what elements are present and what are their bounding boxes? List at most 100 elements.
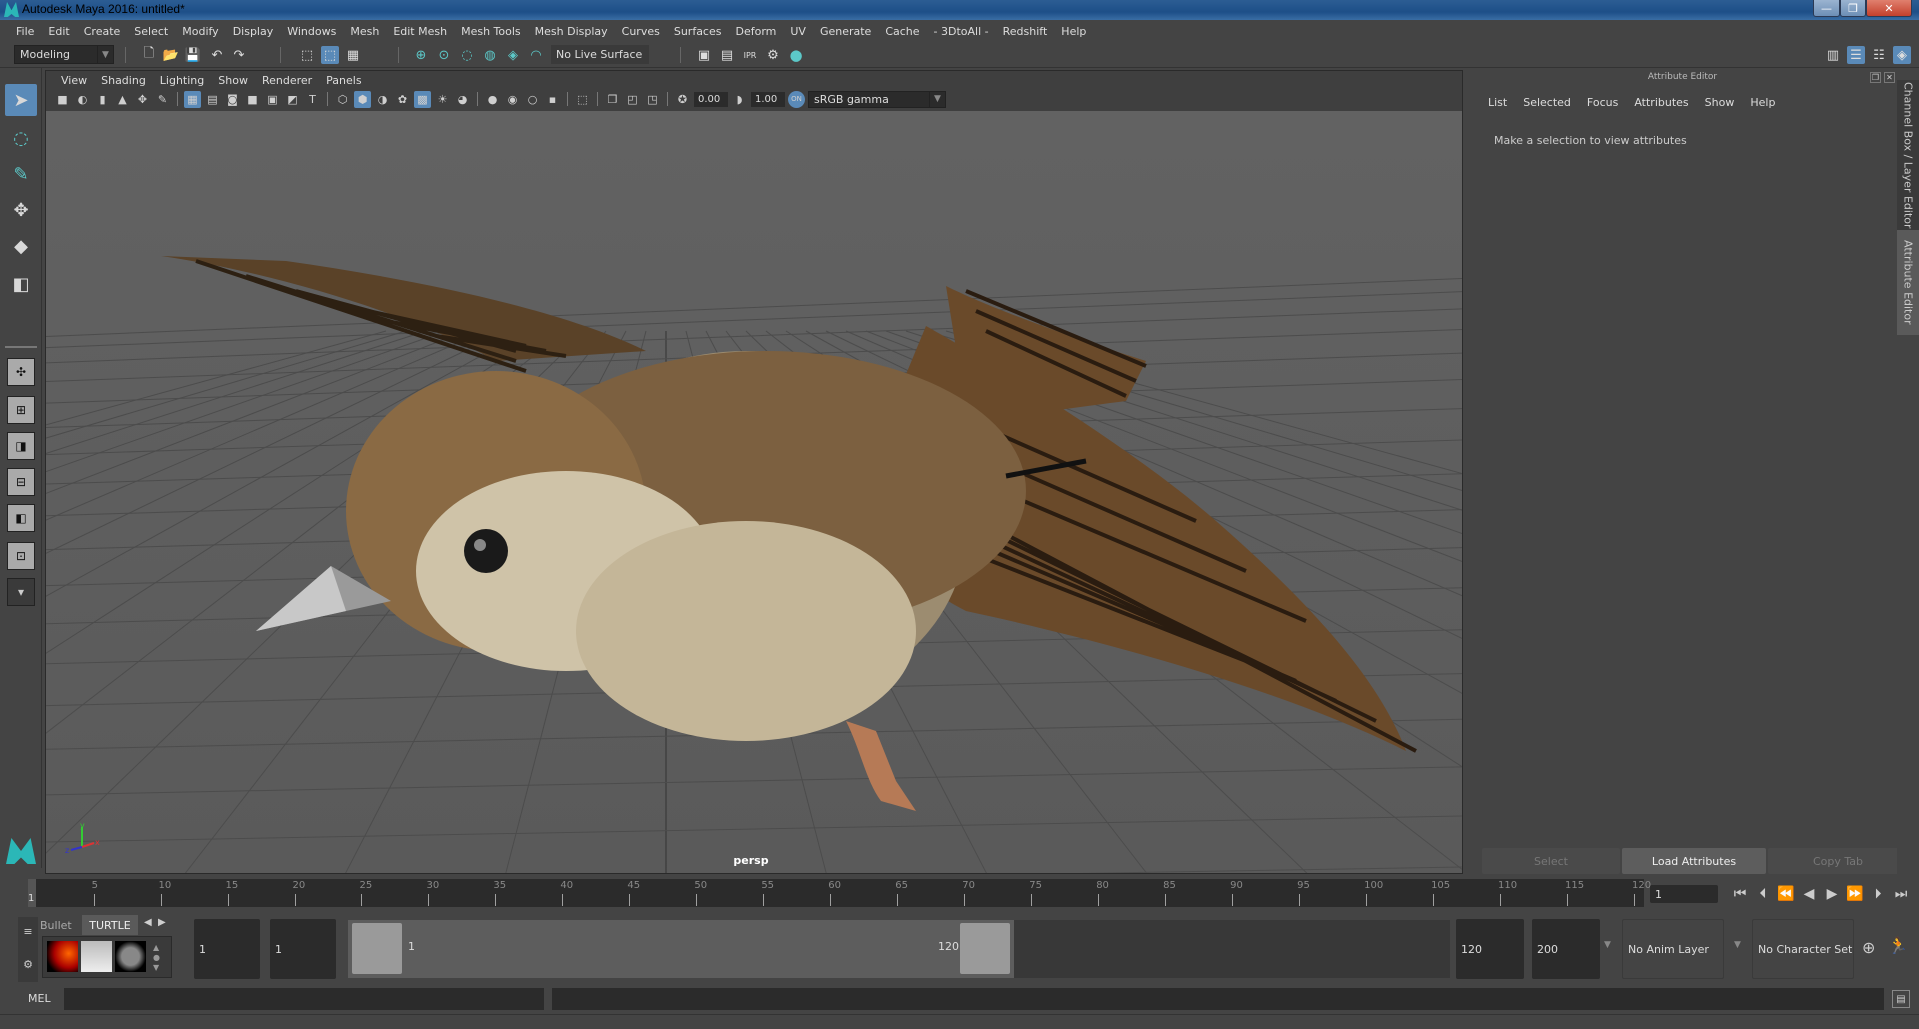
grid-toggle-icon[interactable]: ▦ (184, 90, 201, 108)
backface-culling-icon[interactable]: ◳ (644, 91, 661, 108)
wireframe-icon[interactable]: ⬡ (334, 91, 351, 108)
viewport-menu-panels[interactable]: Panels (319, 74, 368, 87)
character-set-dropdown-icon[interactable]: ▼ (1734, 940, 1741, 950)
new-scene-icon[interactable]: 🗋 (140, 46, 158, 64)
menu-surfaces[interactable]: Surfaces (667, 25, 729, 38)
color-management-toggle-icon[interactable]: ON (788, 90, 805, 108)
go-to-start-icon[interactable]: ⏮ (1730, 884, 1750, 904)
open-scene-icon[interactable]: 📂 (162, 46, 180, 64)
menu-mesh-tools[interactable]: Mesh Tools (454, 25, 528, 38)
menu-3dtoall[interactable]: - 3DtoAll - (927, 25, 996, 38)
attribute-editor-toggle-icon[interactable]: ☰ (1847, 46, 1865, 64)
snap-grid-icon[interactable]: ⊕ (412, 46, 430, 64)
four-view-layout-icon[interactable]: ⊞ (7, 396, 35, 424)
resolution-gate-icon[interactable]: ◙ (224, 91, 241, 108)
shelf-settings-icon[interactable]: ⚙ (18, 958, 38, 971)
playback-start-field[interactable]: 1 (270, 919, 336, 979)
menu-create[interactable]: Create (77, 25, 128, 38)
image-plane-icon[interactable]: ▲ (114, 91, 131, 108)
restore-button[interactable]: ❐ (1840, 0, 1866, 17)
shelf-tab-scroll-left-icon[interactable]: ◀ (144, 917, 152, 928)
render-current-icon[interactable]: ▤ (718, 46, 736, 64)
field-chart-icon[interactable]: ▣ (264, 91, 281, 108)
smooth-shade-icon[interactable]: ⬢ (354, 90, 371, 108)
menu-file[interactable]: File (9, 25, 41, 38)
menu-redshift[interactable]: Redshift (996, 25, 1055, 38)
attr-menu-list[interactable]: List (1480, 96, 1515, 109)
depth-of-field-icon[interactable]: ○ (524, 91, 541, 108)
menu-uv[interactable]: UV (783, 25, 813, 38)
film-gate-icon[interactable]: ▤ (204, 91, 221, 108)
menu-cache[interactable]: Cache (878, 25, 926, 38)
menu-windows[interactable]: Windows (280, 25, 343, 38)
range-slider-bar[interactable] (348, 920, 1014, 978)
save-scene-icon[interactable]: 💾 (184, 46, 202, 64)
attr-menu-show[interactable]: Show (1697, 96, 1743, 109)
gamma-field[interactable]: 1.00 (751, 91, 785, 107)
paint-select-tool-icon[interactable]: ✎ (5, 158, 37, 190)
range-slider-track[interactable]: 1 120 (348, 920, 1450, 978)
menu-generate[interactable]: Generate (813, 25, 878, 38)
attr-menu-help[interactable]: Help (1742, 96, 1783, 109)
menu-display[interactable]: Display (226, 25, 281, 38)
playback-end-field[interactable]: 120 (1456, 919, 1524, 979)
menu-modify[interactable]: Modify (175, 25, 225, 38)
shadows-icon[interactable]: ☀ (434, 91, 451, 108)
modeling-toolkit-icon[interactable]: ▥ (1824, 46, 1842, 64)
gamma-icon[interactable]: ◗ (731, 91, 748, 108)
step-forward-key-icon[interactable]: ⏩ (1845, 884, 1865, 904)
viewport-menu-shading[interactable]: Shading (94, 74, 153, 87)
menu-select[interactable]: Select (127, 25, 175, 38)
select-component-icon[interactable]: ▦ (344, 46, 362, 64)
channel-box-toggle-icon[interactable]: ◈ (1893, 46, 1911, 64)
textured-icon[interactable]: ✿ (394, 91, 411, 108)
attr-menu-attributes[interactable]: Attributes (1626, 96, 1696, 109)
xray-icon[interactable]: ▪ (544, 91, 561, 108)
use-all-lights-icon[interactable]: ▩ (414, 90, 431, 108)
camera-select-icon[interactable]: ■ (54, 91, 71, 108)
turtle-render-icon[interactable] (47, 941, 78, 972)
bookmark-icon[interactable]: ▮ (94, 91, 111, 108)
layout-more-icon[interactable]: ▾ (7, 578, 35, 606)
viewport-menu-renderer[interactable]: Renderer (255, 74, 319, 87)
render-view-icon[interactable]: ▣ (695, 46, 713, 64)
isolate-select-icon[interactable]: ⬚ (574, 91, 591, 108)
tool-settings-icon[interactable]: ☷ (1870, 46, 1888, 64)
attr-menu-selected[interactable]: Selected (1515, 96, 1579, 109)
anim-layer-dropdown[interactable]: No Anim Layer (1622, 919, 1724, 979)
range-start-handle[interactable] (352, 923, 402, 974)
persp-graph-outliner-layout-icon[interactable]: ⊡ (7, 542, 35, 570)
anim-layer-dropdown-icon[interactable]: ▼ (1604, 940, 1611, 950)
snap-point-icon[interactable]: ◌ (458, 46, 476, 64)
command-input[interactable] (64, 988, 544, 1010)
select-hierarchy-icon[interactable]: ⬚ (298, 46, 316, 64)
menu-edit[interactable]: Edit (41, 25, 76, 38)
animation-preferences-icon[interactable]: 🏃 (1888, 936, 1908, 955)
redo-icon[interactable]: ↷ (230, 46, 248, 64)
single-perspective-layout-icon[interactable]: ✣ (7, 358, 35, 386)
snap-magnet-icon[interactable]: ◠ (527, 46, 545, 64)
script-editor-icon[interactable]: ▤ (1892, 990, 1910, 1008)
select-object-icon[interactable]: ⬚ (321, 46, 339, 64)
shelf-tab-bullet[interactable]: Bullet (40, 915, 80, 935)
close-panel-icon[interactable]: ✕ (1884, 72, 1895, 83)
step-back-key-icon[interactable]: ⏪ (1776, 884, 1796, 904)
turtle-settings-icon[interactable] (115, 941, 146, 972)
shelf-tab-turtle[interactable]: TURTLE (82, 915, 138, 935)
xray-joints-icon[interactable]: ❐ (604, 91, 621, 108)
step-back-frame-icon[interactable]: ⏴ (1753, 884, 1773, 904)
current-frame-field[interactable]: 1 (1650, 885, 1718, 903)
character-set-dropdown[interactable]: No Character Set (1752, 919, 1854, 979)
exposure-field[interactable]: 0.00 (694, 91, 728, 107)
camera-attributes-icon[interactable]: ◐ (74, 91, 91, 108)
animation-start-field[interactable]: 1 (194, 919, 260, 979)
persp-outliner-layout-icon[interactable]: ◨ (7, 432, 35, 460)
go-to-end-icon[interactable]: ⏭ (1891, 884, 1911, 904)
auto-key-icon[interactable]: ⊕ (1862, 938, 1875, 957)
gate-mask-icon[interactable]: ■ (244, 91, 261, 108)
grease-pencil-icon[interactable]: ✎ (154, 91, 171, 108)
menu-deform[interactable]: Deform (728, 25, 783, 38)
menu-edit-mesh[interactable]: Edit Mesh (386, 25, 454, 38)
play-backwards-icon[interactable]: ◀ (1799, 884, 1819, 904)
rotate-tool-icon[interactable]: ◆ (5, 230, 37, 262)
